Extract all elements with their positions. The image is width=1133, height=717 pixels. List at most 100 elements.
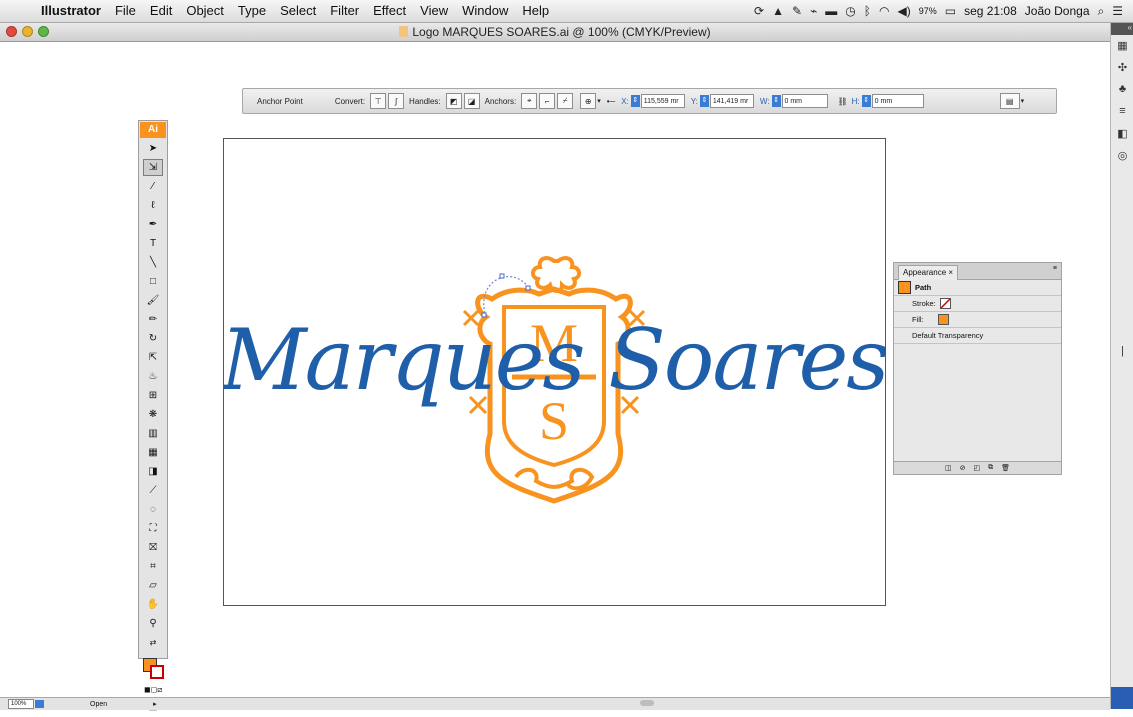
wifi-icon[interactable]: ◠ [879,4,889,18]
magic-wand-tool-icon[interactable]: ⁄ [143,178,163,195]
stroke-swatch[interactable] [150,665,164,679]
show-handles-button[interactable]: ◩ [445,93,462,109]
swap-colors-icon[interactable]: ⇄ [143,634,163,651]
appearance-fill-row[interactable]: Fill: [894,312,1061,328]
logo-artwork[interactable]: M S Marques Soares [219,139,890,605]
fill-color-swatch[interactable] [937,314,949,325]
time-machine-icon[interactable]: ◷ [845,4,855,18]
mesh-tool-icon[interactable]: ▦ [143,444,163,461]
menu-view[interactable]: View [413,0,455,22]
status-text[interactable]: Open [90,701,107,708]
rotate-tool-icon[interactable]: ↻ [143,330,163,347]
clock[interactable]: seg 21:08 [964,4,1017,18]
gradient-panel-icon[interactable]: ◧ [1113,127,1133,145]
menu-app-name[interactable]: Illustrator [34,0,108,22]
sync-icon[interactable]: ⟳ [754,4,764,18]
battery-percent[interactable]: 97% [919,6,937,16]
zoom-dropdown-icon[interactable] [35,700,44,708]
panel-options-icon[interactable]: ≡ [1053,265,1057,272]
pen-icon[interactable]: ✎ [792,4,802,18]
scale-tool-icon[interactable]: ⇱ [143,349,163,366]
horizontal-scroll-thumb[interactable] [640,700,654,706]
fill-stroke-swatches[interactable] [142,657,164,679]
stroke-none-swatch[interactable] [939,298,951,309]
delete-item-icon[interactable]: 🗑 [1001,464,1010,472]
gradient-tool-icon[interactable]: ◨ [143,463,163,480]
new-art-maintains-appearance-icon[interactable]: ◫ [945,464,952,472]
display-icon[interactable]: ▬ [825,4,837,18]
dock-collapse-strip[interactable]: « [1111,23,1133,35]
menu-help[interactable]: Help [515,0,556,22]
remove-anchor-button[interactable]: ⌖ [521,93,538,109]
appearance-path-row[interactable]: Path [894,280,1061,296]
eyedropper-tool-icon[interactable]: ⟋ [143,482,163,499]
warp-tool-icon[interactable]: ♨ [143,368,163,385]
pen-tool-icon[interactable]: ✒ [143,216,163,233]
color-mode-buttons[interactable]: ◼◻⧄ [143,681,163,698]
cut-path-button[interactable]: ⌿ [557,93,574,109]
live-paint-bucket-tool-icon[interactable]: ⛶ [143,520,163,537]
direct-selection-tool-icon[interactable]: ⇲ [143,159,163,176]
network-icon[interactable]: ⌁ [810,4,817,18]
eraser-tool-icon[interactable]: ▱ [143,577,163,594]
paintbrush-tool-icon[interactable]: 🖌 [143,292,163,309]
crop-area-tool-icon[interactable]: ⌗ [143,558,163,575]
transform-options-button[interactable]: ▤ [999,93,1020,109]
dock-resize-handle[interactable]: | [1113,345,1133,363]
rectangle-tool-icon[interactable]: □ [143,273,163,290]
menu-type[interactable]: Type [231,0,273,22]
menu-edit[interactable]: Edit [143,0,179,22]
symbol-sprayer-tool-icon[interactable]: ❋ [143,406,163,423]
convert-to-corner-button[interactable]: ⊤ [370,93,387,109]
spotlight-search-icon[interactable]: ⌕ [1098,4,1105,19]
menu-filter[interactable]: Filter [323,0,366,22]
drive-icon[interactable]: ▲ [772,4,784,18]
column-graph-tool-icon[interactable]: ▥ [143,425,163,442]
swatches-panel-icon[interactable]: ▦ [1113,39,1133,57]
script-wordmark[interactable]: Marques Soares [219,311,890,409]
connect-anchors-button[interactable]: ⌐ [539,93,556,109]
brushes-panel-icon[interactable]: ✣ [1113,61,1133,79]
panel-menu-icon[interactable]: ▾ [1021,97,1025,105]
x-stepper-icon[interactable]: ⇕ [630,95,640,107]
bluetooth-icon[interactable]: ᛒ [864,4,871,18]
y-input[interactable]: 141,419 mr [709,94,754,108]
h-stepper-icon[interactable]: ⇕ [861,95,871,107]
reduce-to-basic-icon[interactable]: ◰ [973,464,980,472]
menu-file[interactable]: File [108,0,143,22]
hand-tool-icon[interactable]: ✋ [143,596,163,613]
pencil-tool-icon[interactable]: ✏ [143,311,163,328]
symbols-panel-icon[interactable]: ♣ [1113,83,1133,101]
stroke-panel-icon[interactable]: ≡ [1113,105,1133,123]
duplicate-item-icon[interactable]: ⧉ [988,464,993,472]
menu-window[interactable]: Window [455,0,515,22]
menu-object[interactable]: Object [179,0,231,22]
transparency-panel-icon[interactable]: ◎ [1113,149,1133,167]
user-name[interactable]: João Donga [1025,4,1090,18]
clear-appearance-icon[interactable]: ⊘ [960,464,966,472]
live-paint-selection-tool-icon[interactable]: ⛝ [143,539,163,556]
free-transform-tool-icon[interactable]: ⊞ [143,387,163,404]
appearance-transparency-row[interactable]: Default Transparency [894,328,1061,344]
y-stepper-icon[interactable]: ⇕ [699,95,709,107]
hide-handles-button[interactable]: ◪ [463,93,480,109]
artboard[interactable]: M S Marques Soares [219,138,890,606]
appearance-stroke-row[interactable]: Stroke: [894,296,1061,312]
zoom-tool-icon[interactable]: ⚲ [143,615,163,632]
volume-icon[interactable]: ◀) [897,4,910,18]
zoom-field[interactable]: 100% [8,699,34,709]
h-input[interactable]: 0 mm [871,94,924,108]
menu-effect[interactable]: Effect [366,0,413,22]
link-dimensions-icon[interactable]: ⛓ [838,97,848,106]
w-input[interactable]: 0 mm [781,94,828,108]
list-icon[interactable]: ☰ [1112,4,1123,18]
lasso-tool-icon[interactable]: ℓ [143,197,163,214]
convert-to-smooth-button[interactable]: ∫ [388,93,405,109]
blend-tool-icon[interactable]: ◌ [143,501,163,518]
battery-icon[interactable]: ▭ [945,4,956,18]
selection-tool-icon[interactable]: ➤ [143,140,163,157]
align-dropdown-icon[interactable]: ▾ [597,97,601,105]
line-tool-icon[interactable]: ╲ [143,254,163,271]
menu-select[interactable]: Select [273,0,323,22]
align-anchors-button[interactable]: ⊕ [580,93,597,109]
